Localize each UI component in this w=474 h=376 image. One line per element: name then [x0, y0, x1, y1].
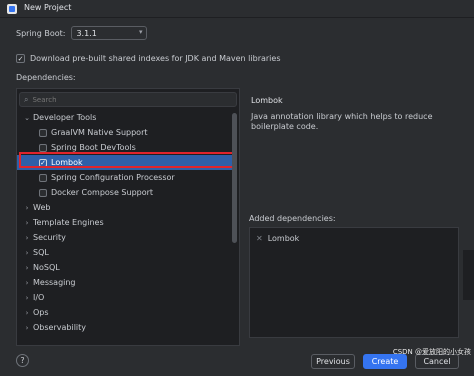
dialog-footer: ? Previous Create Cancel CSDN @爱放阳的小女孩	[0, 346, 474, 376]
tree-item-graalvm[interactable]: GraalVM Native Support	[17, 125, 233, 140]
dependencies-panel: ⌕ ⌄ Developer Tools GraalVM Native Suppo…	[16, 88, 240, 346]
search-icon: ⌕	[24, 94, 29, 104]
chevron-right-icon[interactable]: ›	[21, 249, 33, 257]
remove-icon[interactable]: ✕	[256, 234, 263, 243]
chevron-right-icon[interactable]: ›	[21, 294, 33, 302]
tree-group-messaging[interactable]: › Messaging	[17, 275, 233, 290]
chevron-right-icon[interactable]: ›	[21, 234, 33, 242]
tree-group-sql[interactable]: › SQL	[17, 245, 233, 260]
chevron-right-icon[interactable]: ›	[21, 204, 33, 212]
tree-group-label: Observability	[33, 323, 87, 332]
background-edge	[463, 250, 474, 300]
chevron-down-icon: ▾	[138, 28, 143, 36]
tree-group-label: Web	[33, 203, 51, 212]
tree-group-label: Developer Tools	[33, 113, 97, 122]
tree-group-nosql[interactable]: › NoSQL	[17, 260, 233, 275]
tree-group-label: Ops	[33, 308, 49, 317]
tree-group-label: NoSQL	[33, 263, 60, 272]
tree-item-label: Lombok	[51, 158, 83, 167]
chevron-down-icon[interactable]: ⌄	[21, 114, 33, 122]
dependencies-label: Dependencies:	[16, 73, 76, 82]
spring-boot-version-select[interactable]: 3.1.1 ▾	[71, 26, 148, 40]
dependency-checkbox[interactable]	[39, 143, 47, 152]
dependency-checkbox[interactable]	[39, 128, 47, 137]
tree-item-label: Docker Compose Support	[51, 188, 154, 197]
download-indexes-label: Download pre-built shared indexes for JD…	[30, 53, 281, 63]
tree-group-label: I/O	[33, 293, 45, 302]
scrollbar-thumb[interactable]	[232, 113, 237, 243]
tree-item-lombok[interactable]: ✓ Lombok	[17, 155, 233, 170]
tree-item-label: Spring Configuration Processor	[51, 173, 175, 182]
previous-button[interactable]: Previous	[311, 354, 355, 369]
tree-item-label: GraalVM Native Support	[51, 128, 148, 137]
added-dependencies-label: Added dependencies:	[249, 214, 336, 223]
dependency-detail-description: Java annotation library which helps to r…	[251, 112, 433, 131]
tree-group-label: Messaging	[33, 278, 76, 287]
dependency-checkbox[interactable]	[39, 188, 47, 197]
download-indexes-checkbox[interactable]: ✓	[16, 53, 25, 63]
tree-group-label: Security	[33, 233, 66, 242]
tree-group-io[interactable]: › I/O	[17, 290, 233, 305]
dependency-checkbox[interactable]: ✓	[39, 158, 47, 167]
tree-scrollbar[interactable]	[232, 109, 237, 339]
tree-item-devtools[interactable]: Spring Boot DevTools	[17, 140, 233, 155]
dependency-detail-title: Lombok	[251, 96, 283, 105]
tree-item-label: Spring Boot DevTools	[51, 143, 136, 152]
tree-group-developer-tools[interactable]: ⌄ Developer Tools	[17, 110, 233, 125]
tree-group-security[interactable]: › Security	[17, 230, 233, 245]
tree-item-config-processor[interactable]: Spring Configuration Processor	[17, 170, 233, 185]
spring-boot-version-value: 3.1.1	[76, 29, 97, 38]
added-dependency-item: ✕ Lombok	[256, 234, 299, 243]
tree-group-observability[interactable]: › Observability	[17, 320, 233, 335]
chevron-right-icon[interactable]: ›	[21, 279, 33, 287]
intellij-app-icon	[7, 4, 17, 14]
chevron-right-icon[interactable]: ›	[21, 309, 33, 317]
title-bar: New Project	[0, 0, 474, 18]
tree-group-web[interactable]: › Web	[17, 200, 233, 215]
chevron-right-icon[interactable]: ›	[21, 219, 33, 227]
tree-group-label: Template Engines	[33, 218, 104, 227]
chevron-right-icon[interactable]: ›	[21, 264, 33, 272]
search-input[interactable]	[32, 95, 213, 104]
watermark-text: CSDN @爱放阳的小女孩	[392, 348, 471, 356]
dependency-search[interactable]: ⌕	[19, 92, 237, 107]
tree-group-ops[interactable]: › Ops	[17, 305, 233, 320]
help-button[interactable]: ?	[16, 354, 29, 367]
tree-group-label: SQL	[33, 248, 49, 257]
spring-boot-row: Spring Boot: 3.1.1 ▾	[16, 26, 148, 40]
window-title: New Project	[24, 3, 72, 12]
download-indexes-row[interactable]: ✓ Download pre-built shared indexes for …	[16, 52, 281, 64]
chevron-right-icon[interactable]: ›	[21, 324, 33, 332]
tree-item-docker-compose[interactable]: Docker Compose Support	[17, 185, 233, 200]
tree-group-template-engines[interactable]: › Template Engines	[17, 215, 233, 230]
spring-boot-label: Spring Boot:	[16, 28, 66, 38]
added-dependency-label: Lombok	[267, 234, 300, 243]
added-dependencies-panel: ✕ Lombok	[249, 227, 459, 338]
dependency-tree: ⌄ Developer Tools GraalVM Native Support…	[17, 110, 233, 335]
dependency-checkbox[interactable]	[39, 173, 47, 182]
